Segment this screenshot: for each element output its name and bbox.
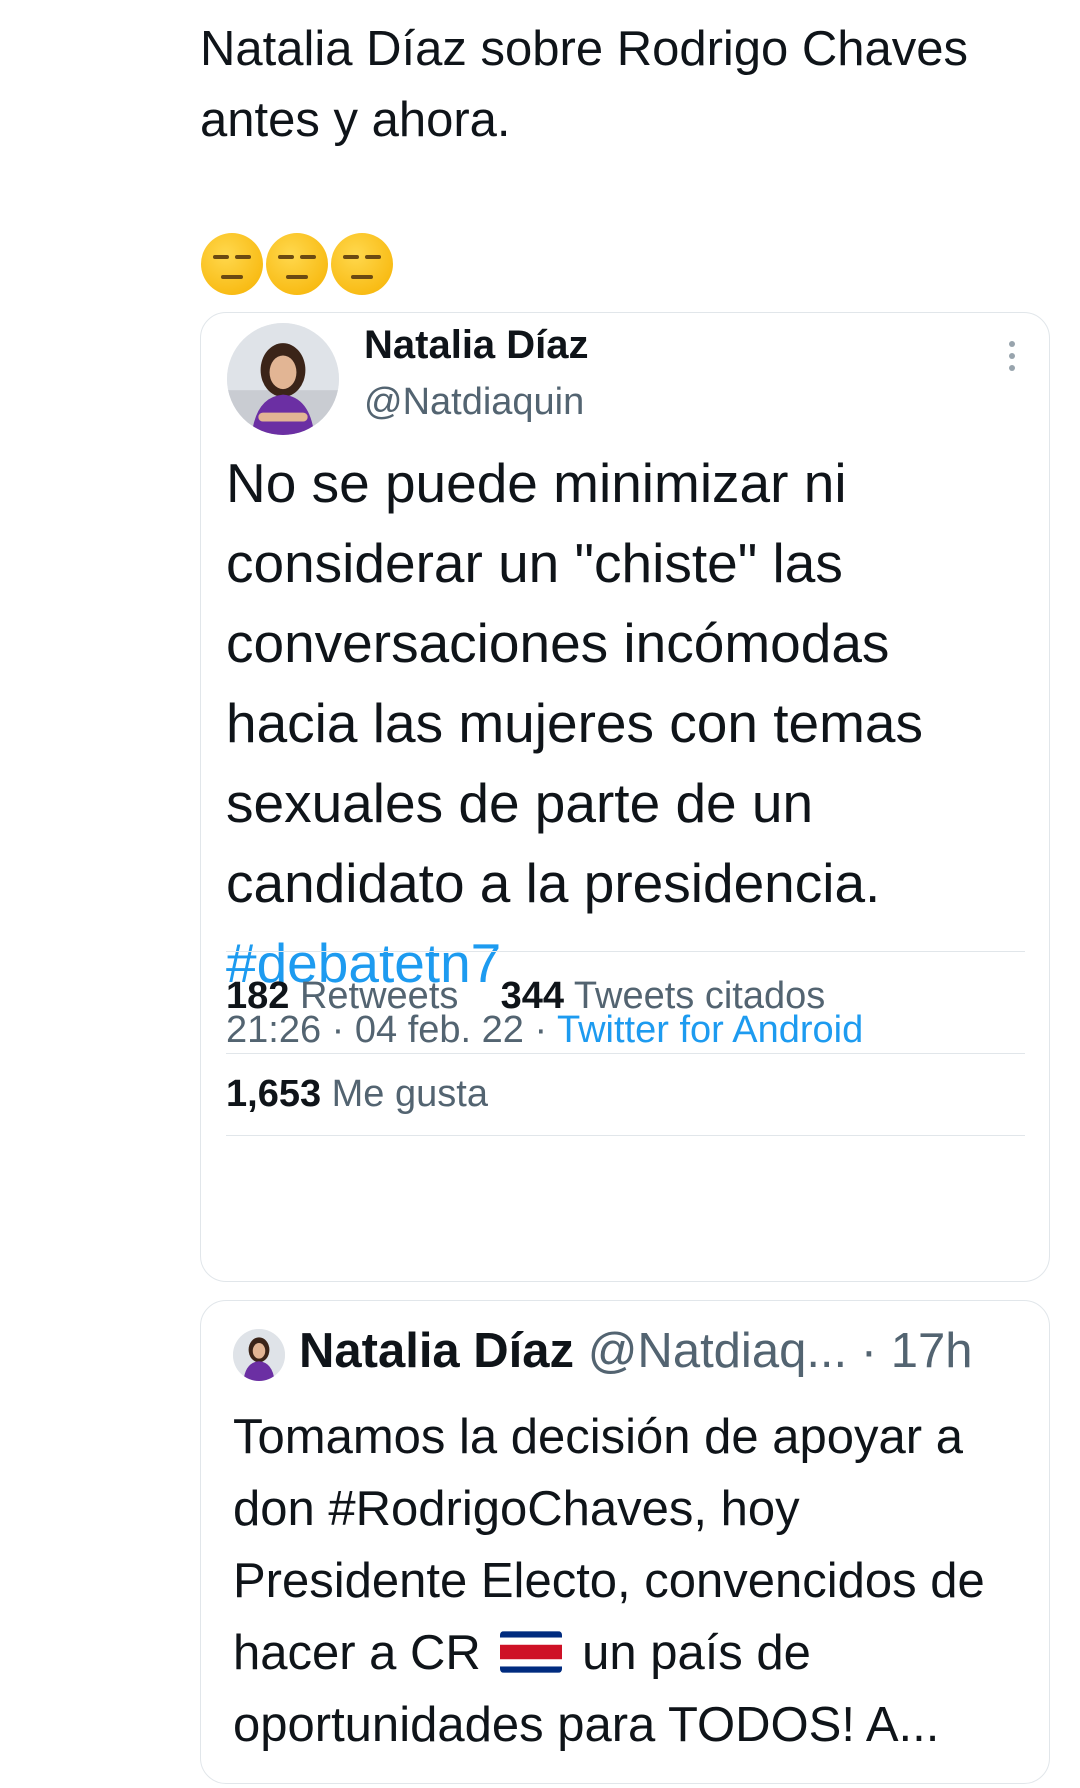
avatar[interactable] (227, 323, 339, 435)
quotes-count: 344 (500, 975, 565, 1017)
expressionless-face-icon (266, 233, 328, 295)
tweet-body: Tomamos la decisión de apoyar a don #Rod… (233, 1401, 1033, 1761)
author-name[interactable]: Natalia Díaz (364, 323, 589, 368)
avatar-image (233, 1329, 285, 1381)
post-text: Natalia Díaz sobre Rodrigo Chaves antes … (200, 22, 969, 147)
avatar[interactable] (233, 1329, 285, 1381)
tweet-header: Natalia Díaz @Natdiaq... · 17h (299, 1323, 972, 1379)
author-handle[interactable]: @Natdiaquin (364, 381, 584, 424)
author-name[interactable]: Natalia Díaz (299, 1324, 574, 1378)
engagement-stats: 182 Retweets 344 Tweets citados (226, 975, 825, 1018)
retweets-label: Retweets (299, 975, 459, 1017)
avatar-image (227, 323, 339, 435)
divider (226, 1135, 1025, 1136)
retweets-count: 182 (226, 975, 290, 1017)
quotes-label: Tweets citados (573, 975, 826, 1017)
quotes-stat[interactable]: 344 Tweets citados (501, 975, 826, 1017)
likes-stat[interactable]: 1,653 Me gusta (226, 1073, 488, 1116)
divider (226, 951, 1025, 952)
retweets-stat[interactable]: 182 Retweets (226, 975, 458, 1017)
likes-count: 1,653 (226, 1073, 322, 1115)
timestamp[interactable]: · 17h (861, 1324, 973, 1378)
tweet-body: No se puede minimizar ni considerar un "… (226, 443, 1026, 1003)
likes-label: Me gusta (331, 1073, 488, 1115)
expressionless-face-icon (331, 233, 393, 295)
author-handle[interactable]: @Natdiaq... (588, 1324, 847, 1378)
expressionless-face-icon (201, 233, 263, 295)
divider (226, 1053, 1025, 1054)
emoji-row (201, 233, 393, 295)
costa-rica-flag-icon (500, 1631, 563, 1673)
second-tweet-card[interactable]: Natalia Díaz @Natdiaq... · 17h Tomamos l… (200, 1300, 1050, 1784)
tweet-body-text: No se puede minimizar ni considerar un "… (226, 452, 923, 914)
quoted-tweet-card[interactable]: Natalia Díaz @Natdiaquin No se puede min… (200, 312, 1050, 1282)
more-options-icon[interactable] (1009, 341, 1017, 371)
